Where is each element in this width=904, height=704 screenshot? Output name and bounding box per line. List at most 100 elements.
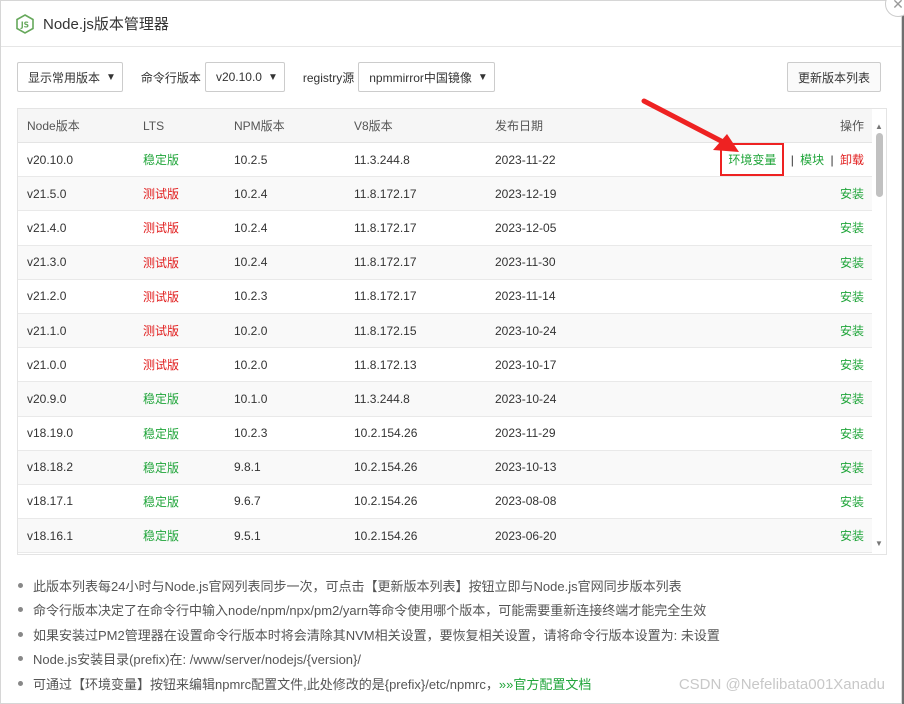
cell-version: v20.10.0 (27, 152, 74, 167)
table-row: v18.19.0 稳定版 10.2.3 10.2.154.26 2023-11-29 安装 (18, 417, 886, 451)
cell-npm: 10.2.4 (234, 186, 268, 201)
install-link[interactable]: 安装 (655, 527, 886, 544)
cell-version: v21.5.0 (27, 186, 67, 201)
cell-date: 2023-11-22 (495, 152, 556, 167)
table-row: v21.3.0 测试版 10.2.4 11.8.172.17 2023-11-30 安装 (18, 245, 886, 280)
table-row: v21.0.0 测试版 10.2.0 11.8.172.13 2023-10-17 安装 (18, 348, 886, 383)
table-header: Node版本 LTS NPM版本 V8版本 发布日期 操作 (18, 109, 886, 143)
caret-down-icon: ▼ (106, 71, 116, 83)
header-release-date: 发布日期 (495, 119, 544, 133)
watermark: CSDN @Nefelibata001Xanadu (678, 676, 885, 693)
cell-npm: 10.2.3 (234, 426, 268, 441)
uninstall-link[interactable]: 卸载 (840, 153, 864, 167)
cell-lts: 测试版 (143, 221, 180, 236)
cell-npm: 10.2.4 (234, 220, 268, 235)
scroll-up-icon[interactable]: ▲ (872, 119, 886, 133)
cell-lts: 测试版 (143, 358, 180, 373)
version-filter-value: 显示常用版本 (28, 70, 101, 85)
cell-v8: 10.2.154.26 (354, 460, 418, 475)
cell-date: 2023-11-30 (495, 255, 556, 270)
cell-lts: 稳定版 (143, 392, 180, 407)
cell-npm: 10.2.3 (234, 289, 268, 304)
cell-npm: 10.1.0 (234, 391, 268, 406)
cell-lts: 测试版 (143, 187, 180, 202)
cell-date: 2023-08-08 (495, 494, 557, 509)
cell-version: v18.18.2 (27, 460, 74, 475)
note-text: 如果安装过PM2管理器在设置命令行版本时将会清除其NVM相关设置，要恢复相关设置… (33, 627, 720, 643)
cell-lts: 测试版 (143, 255, 180, 270)
note-item: Node.js安装目录(prefix)在: /www/server/nodejs… (17, 647, 881, 672)
header-v8-version: V8版本 (354, 119, 393, 133)
install-link[interactable]: 安装 (655, 493, 886, 510)
cli-version-select[interactable]: v20.10.0 ▼ (204, 62, 285, 92)
cell-npm: 10.2.4 (234, 255, 268, 270)
table-row: v18.17.1 稳定版 9.6.7 10.2.154.26 2023-08-08 安装 (18, 485, 886, 520)
cli-version-label: 命令行版本 (140, 70, 201, 85)
install-link[interactable]: 安装 (655, 322, 886, 339)
cell-npm: 10.2.5 (234, 152, 268, 167)
scroll-thumb[interactable] (876, 133, 883, 197)
note-item: 如果安装过PM2管理器在设置命令行版本时将会清除其NVM相关设置，要恢复相关设置… (17, 622, 881, 647)
install-link[interactable]: 安装 (655, 425, 886, 442)
install-link[interactable]: 安装 (655, 390, 886, 407)
note-item: 命令行版本决定了在命令行中输入node/npm/npx/pm2/yarn等命令使… (17, 598, 881, 623)
nodejs-version-manager-dialog: JS Node.js版本管理器 ✕ 显示常用版本 ▼ 命令行版本 v20.10.… (0, 0, 904, 704)
table-scrollbar[interactable]: ▲ ▼ (872, 109, 886, 554)
registry-label: registry源 (302, 70, 355, 85)
cell-date: 2023-10-24 (495, 323, 557, 338)
cell-date: 2023-12-05 (495, 220, 557, 235)
note-text: 可通过【环境变量】按钮来编辑npmrc配置文件,此处修改的是{prefix}/e… (33, 676, 499, 692)
table-row: v21.2.0 测试版 10.2.3 11.8.172.17 2023-11-14 安装 (18, 280, 886, 314)
toolbar: 显示常用版本 ▼ 命令行版本 v20.10.0 ▼ registry源 npmm… (17, 62, 881, 92)
svg-text:JS: JS (20, 20, 29, 29)
cell-npm: 9.8.1 (234, 460, 261, 475)
registry-select[interactable]: npmmirror中国镜像 ▼ (358, 62, 495, 92)
table-row: v21.5.0 测试版 10.2.4 11.8.172.17 2023-12-19 安装 (18, 177, 886, 212)
install-link[interactable]: 安装 (655, 356, 886, 373)
install-link[interactable]: 安装 (655, 185, 886, 202)
cell-npm: 10.2.0 (234, 357, 268, 372)
cell-lts: 测试版 (143, 324, 180, 339)
separator: | (830, 153, 834, 168)
install-link[interactable]: 安装 (655, 459, 886, 476)
install-link[interactable]: 安装 (655, 254, 886, 271)
version-filter-select[interactable]: 显示常用版本 ▼ (17, 62, 123, 92)
scroll-down-icon[interactable]: ▼ (872, 536, 886, 550)
cli-version-value: v20.10.0 (215, 70, 262, 84)
table-row: v20.9.0 稳定版 10.1.0 11.3.244.8 2023-10-24 安装 (18, 382, 886, 417)
cell-version: v21.4.0 (27, 220, 67, 235)
modules-link[interactable]: 模块 (800, 153, 824, 167)
install-link[interactable]: 安装 (655, 288, 886, 305)
table-row: v18.18.2 稳定版 9.8.1 10.2.154.26 2023-10-13 安装 (18, 450, 886, 485)
titlebar: JS Node.js版本管理器 (1, 1, 901, 47)
install-link[interactable]: 安装 (655, 219, 886, 236)
cell-lts: 稳定版 (143, 494, 180, 509)
note-text: Node.js安装目录(prefix)在: /www/server/nodejs… (33, 652, 361, 668)
official-docs-link[interactable]: »»官方配置文档 (499, 674, 591, 693)
nodejs-logo-icon: JS (15, 13, 35, 34)
cell-date: 2023-10-17 (495, 357, 557, 372)
table-row: v18.16.1 稳定版 9.5.1 10.2.154.26 2023-06-20 安装 (18, 519, 886, 554)
bullet-icon (18, 631, 23, 637)
cell-npm: 10.2.0 (234, 323, 268, 338)
cell-version: v21.1.0 (27, 323, 67, 338)
cell-lts: 稳定版 (143, 460, 180, 475)
cell-lts: 稳定版 (143, 529, 180, 544)
refresh-version-list-button[interactable]: 更新版本列表 (786, 62, 881, 92)
cell-date: 2023-11-29 (495, 426, 556, 441)
cell-date: 2023-11-14 (495, 289, 556, 304)
cell-v8: 11.8.172.17 (354, 289, 417, 304)
cell-version: v18.19.0 (27, 426, 74, 441)
version-table: Node版本 LTS NPM版本 V8版本 发布日期 操作 v20.10.0 稳… (17, 108, 887, 555)
cell-version: v18.16.1 (27, 528, 74, 543)
cell-date: 2023-06-20 (495, 528, 557, 543)
bullet-icon (18, 656, 23, 662)
cell-v8: 11.8.172.17 (354, 186, 417, 201)
cell-v8: 10.2.154.26 (354, 494, 418, 509)
cell-date: 2023-10-13 (495, 460, 557, 475)
cell-version: v20.9.0 (27, 391, 67, 406)
cell-lts: 测试版 (143, 289, 180, 304)
bullet-icon (18, 680, 23, 686)
cell-date: 2023-10-24 (495, 391, 557, 406)
cell-v8: 11.8.172.17 (354, 255, 417, 270)
